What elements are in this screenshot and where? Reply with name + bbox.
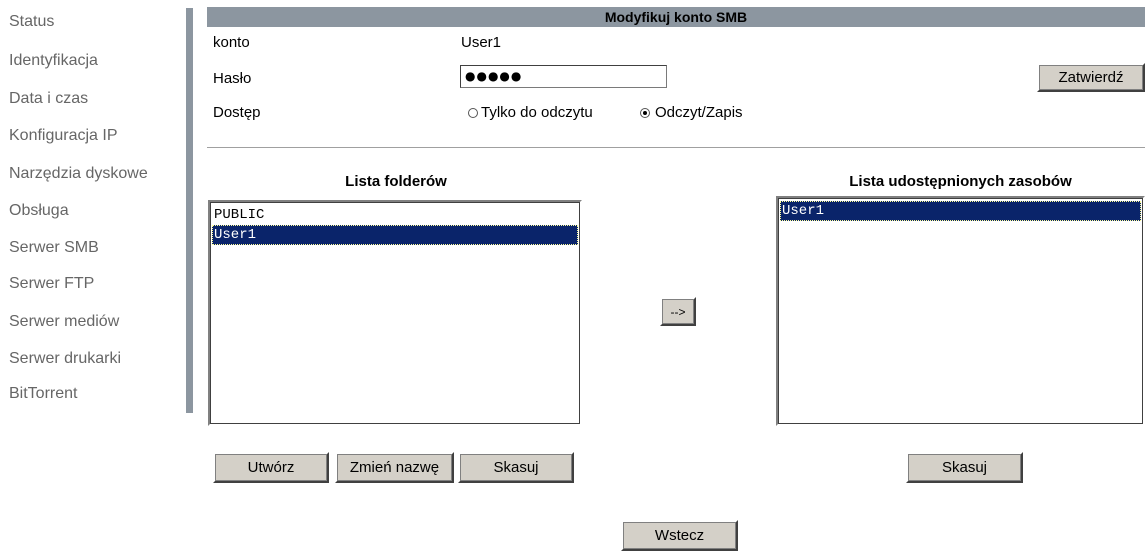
- password-label: Hasło: [213, 70, 252, 87]
- folder-listbox[interactable]: PUBLIC User1: [208, 200, 582, 426]
- delete-share-button[interactable]: Skasuj: [906, 452, 1023, 483]
- sidebar-item-obsluga[interactable]: Obsługa: [9, 202, 69, 220]
- radio-read-write[interactable]: [640, 108, 650, 118]
- radio-read-write-label[interactable]: Odczyt/Zapis: [655, 104, 743, 121]
- section-divider: [207, 147, 1145, 149]
- radio-read-only-label[interactable]: Tylko do odczytu: [481, 104, 593, 121]
- radio-read-only[interactable]: [468, 108, 478, 118]
- sidebar-item-serwer-ftp[interactable]: Serwer FTP: [9, 275, 94, 293]
- folder-item[interactable]: PUBLIC: [212, 205, 578, 225]
- sidebar-item-status[interactable]: Status: [9, 13, 54, 31]
- folder-item[interactable]: User1: [212, 225, 578, 245]
- sidebar-item-konfiguracja-ip[interactable]: Konfiguracja IP: [9, 127, 118, 145]
- back-button[interactable]: Wstecz: [621, 520, 738, 551]
- confirm-button[interactable]: Zatwierdź: [1037, 63, 1145, 92]
- account-value: User1: [461, 34, 502, 51]
- folder-list-title: Lista folderów: [345, 173, 447, 190]
- page-title: Modyfikuj konto SMB: [207, 7, 1145, 27]
- rename-folder-button[interactable]: Zmień nazwę: [335, 452, 454, 483]
- sidebar-item-narzedzia-dyskowe[interactable]: Narzędzia dyskowe: [9, 165, 148, 183]
- add-share-arrow-button[interactable]: -->: [660, 297, 696, 326]
- share-list-title: Lista udostępnionych zasobów: [849, 173, 1072, 190]
- sidebar-item-serwer-drukarki[interactable]: Serwer drukarki: [9, 350, 121, 368]
- sidebar-item-serwer-smb[interactable]: Serwer SMB: [9, 239, 99, 257]
- sidebar-item-identyfikacja[interactable]: Identyfikacja: [9, 52, 98, 70]
- sidebar-item-data-i-czas[interactable]: Data i czas: [9, 90, 88, 108]
- sidebar-item-serwer-mediow[interactable]: Serwer mediów: [9, 313, 119, 331]
- delete-folder-button[interactable]: Skasuj: [458, 452, 574, 483]
- share-listbox[interactable]: User1: [776, 196, 1145, 426]
- create-folder-button[interactable]: Utwórz: [213, 452, 329, 483]
- account-label: konto: [213, 34, 250, 51]
- access-label: Dostęp: [213, 104, 261, 121]
- password-field[interactable]: ●●●●●: [460, 65, 667, 88]
- share-item[interactable]: User1: [780, 201, 1141, 221]
- sidebar-divider: [186, 8, 193, 413]
- sidebar-item-bittorrent[interactable]: BitTorrent: [9, 385, 77, 403]
